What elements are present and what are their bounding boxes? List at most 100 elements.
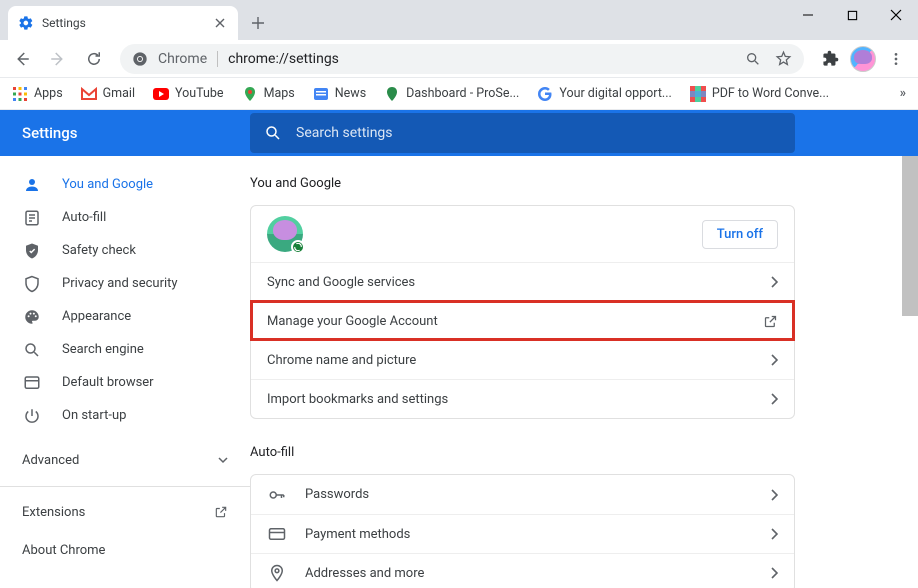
youtube-icon: [153, 86, 169, 102]
profile-avatar: [267, 216, 303, 252]
chevron-right-icon: [770, 276, 778, 288]
nav-label: Privacy and security: [62, 276, 178, 291]
turn-off-button[interactable]: Turn off: [702, 220, 778, 249]
row-label: Payment methods: [305, 527, 410, 542]
omnibox-prefix: Chrome: [158, 51, 207, 67]
toolbar: Chrome chrome://settings: [0, 40, 918, 78]
palette-icon: [22, 307, 42, 327]
nav-startup[interactable]: On start-up: [0, 399, 250, 432]
back-button[interactable]: [6, 43, 38, 75]
key-icon: [267, 485, 287, 505]
bookmark-label: Dashboard - ProSe...: [406, 86, 519, 101]
maximize-button[interactable]: [830, 0, 874, 30]
extensions-label: Extensions: [22, 505, 85, 520]
gear-icon: [18, 15, 34, 31]
omnibox-url: chrome://settings: [228, 51, 339, 67]
row-manage-account[interactable]: Manage your Google Account: [251, 301, 794, 340]
row-label: Manage your Google Account: [267, 314, 438, 329]
new-tab-button[interactable]: [244, 9, 272, 37]
row-sync[interactable]: Sync and Google services: [251, 262, 794, 301]
reload-button[interactable]: [78, 43, 110, 75]
nav-advanced[interactable]: Advanced: [0, 440, 250, 480]
tab-title: Settings: [42, 16, 204, 30]
apps-label: Apps: [34, 86, 63, 101]
settings-search-input[interactable]: [296, 125, 781, 141]
row-name-picture[interactable]: Chrome name and picture: [251, 340, 794, 379]
maps-icon: [242, 86, 258, 102]
bookmark-label: YouTube: [175, 86, 224, 101]
settings-header: Settings: [0, 110, 918, 156]
bookmarks-overflow[interactable]: »: [900, 86, 906, 101]
bookmark-pdf[interactable]: PDF to Word Conve...: [690, 86, 829, 102]
bookmark-label: Your digital opport...: [559, 86, 671, 101]
row-label: Sync and Google services: [267, 275, 415, 290]
settings-title: Settings: [0, 124, 250, 142]
bookmark-youtube[interactable]: YouTube: [153, 86, 224, 102]
browser-tab[interactable]: Settings: [8, 6, 238, 40]
bookmark-label: Gmail: [103, 86, 135, 101]
zoom-icon[interactable]: [745, 51, 761, 67]
card-you-and-google: Turn off Sync and Google services Manage…: [250, 205, 795, 419]
bookmark-digital[interactable]: Your digital opport...: [537, 86, 671, 102]
omnibox[interactable]: Chrome chrome://settings: [120, 44, 804, 74]
sync-badge-icon: [291, 240, 305, 254]
pdf-icon: [690, 86, 706, 102]
news-icon: [313, 86, 329, 102]
bookmark-gmail[interactable]: Gmail: [81, 86, 135, 102]
scrollbar[interactable]: [902, 156, 918, 316]
nav-extensions[interactable]: Extensions: [0, 493, 250, 531]
row-addresses[interactable]: Addresses and more: [251, 553, 794, 588]
close-icon[interactable]: [212, 15, 228, 31]
nav-label: Safety check: [62, 243, 136, 258]
advanced-label: Advanced: [22, 453, 79, 468]
browser-icon: [22, 373, 42, 393]
content: You and Google Turn off Sync and Google …: [250, 156, 918, 588]
nav-about[interactable]: About Chrome: [0, 531, 250, 569]
scrollbar-thumb[interactable]: [902, 156, 918, 316]
nav-label: Search engine: [62, 342, 144, 357]
apps-shortcut[interactable]: Apps: [12, 86, 63, 102]
nav-search-engine[interactable]: Search engine: [0, 333, 250, 366]
bookmark-maps[interactable]: Maps: [242, 86, 295, 102]
extensions-icon[interactable]: [814, 43, 846, 75]
sidebar: You and Google Auto-fill Safety check Pr…: [0, 156, 250, 588]
row-passwords[interactable]: Passwords: [251, 475, 794, 514]
chevron-right-icon: [770, 393, 778, 405]
nav-autofill[interactable]: Auto-fill: [0, 201, 250, 234]
nav-appearance[interactable]: Appearance: [0, 300, 250, 333]
bookmark-label: PDF to Word Conve...: [712, 86, 829, 101]
chevron-right-icon: [770, 528, 778, 540]
chevron-right-icon: [770, 489, 778, 501]
bookmark-dashboard[interactable]: Dashboard - ProSe...: [384, 86, 519, 102]
titlebar: Settings: [0, 0, 918, 40]
profile-avatar-toolbar[interactable]: [850, 46, 876, 72]
minimize-button[interactable]: [786, 0, 830, 30]
bookmarks-bar: Apps Gmail YouTube Maps News Dashboard -…: [0, 78, 918, 110]
nav-label: Default browser: [62, 375, 154, 390]
sidebar-divider: [0, 486, 250, 487]
search-icon: [22, 340, 42, 360]
star-icon[interactable]: [775, 50, 792, 67]
chevron-down-icon: [218, 455, 228, 465]
apps-icon: [12, 86, 28, 102]
row-payment[interactable]: Payment methods: [251, 514, 794, 553]
nav-default-browser[interactable]: Default browser: [0, 366, 250, 399]
bookmark-news[interactable]: News: [313, 86, 366, 102]
menu-icon[interactable]: [880, 43, 912, 75]
chrome-icon: [132, 51, 148, 67]
card-autofill: Passwords Payment methods Addresses and …: [250, 474, 795, 588]
window-close-button[interactable]: [874, 0, 918, 30]
nav-safety[interactable]: Safety check: [0, 234, 250, 267]
row-import[interactable]: Import bookmarks and settings: [251, 379, 794, 418]
window-controls: [786, 0, 918, 30]
power-icon: [22, 406, 42, 426]
bookmark-label: News: [335, 86, 366, 101]
nav-label: Auto-fill: [62, 210, 106, 225]
nav-you-and-google[interactable]: You and Google: [0, 168, 250, 201]
autofill-icon: [22, 208, 42, 228]
nav-privacy[interactable]: Privacy and security: [0, 267, 250, 300]
shield-icon: [22, 274, 42, 294]
chevron-right-icon: [770, 567, 778, 579]
forward-button[interactable]: [42, 43, 74, 75]
settings-search[interactable]: [250, 113, 795, 153]
